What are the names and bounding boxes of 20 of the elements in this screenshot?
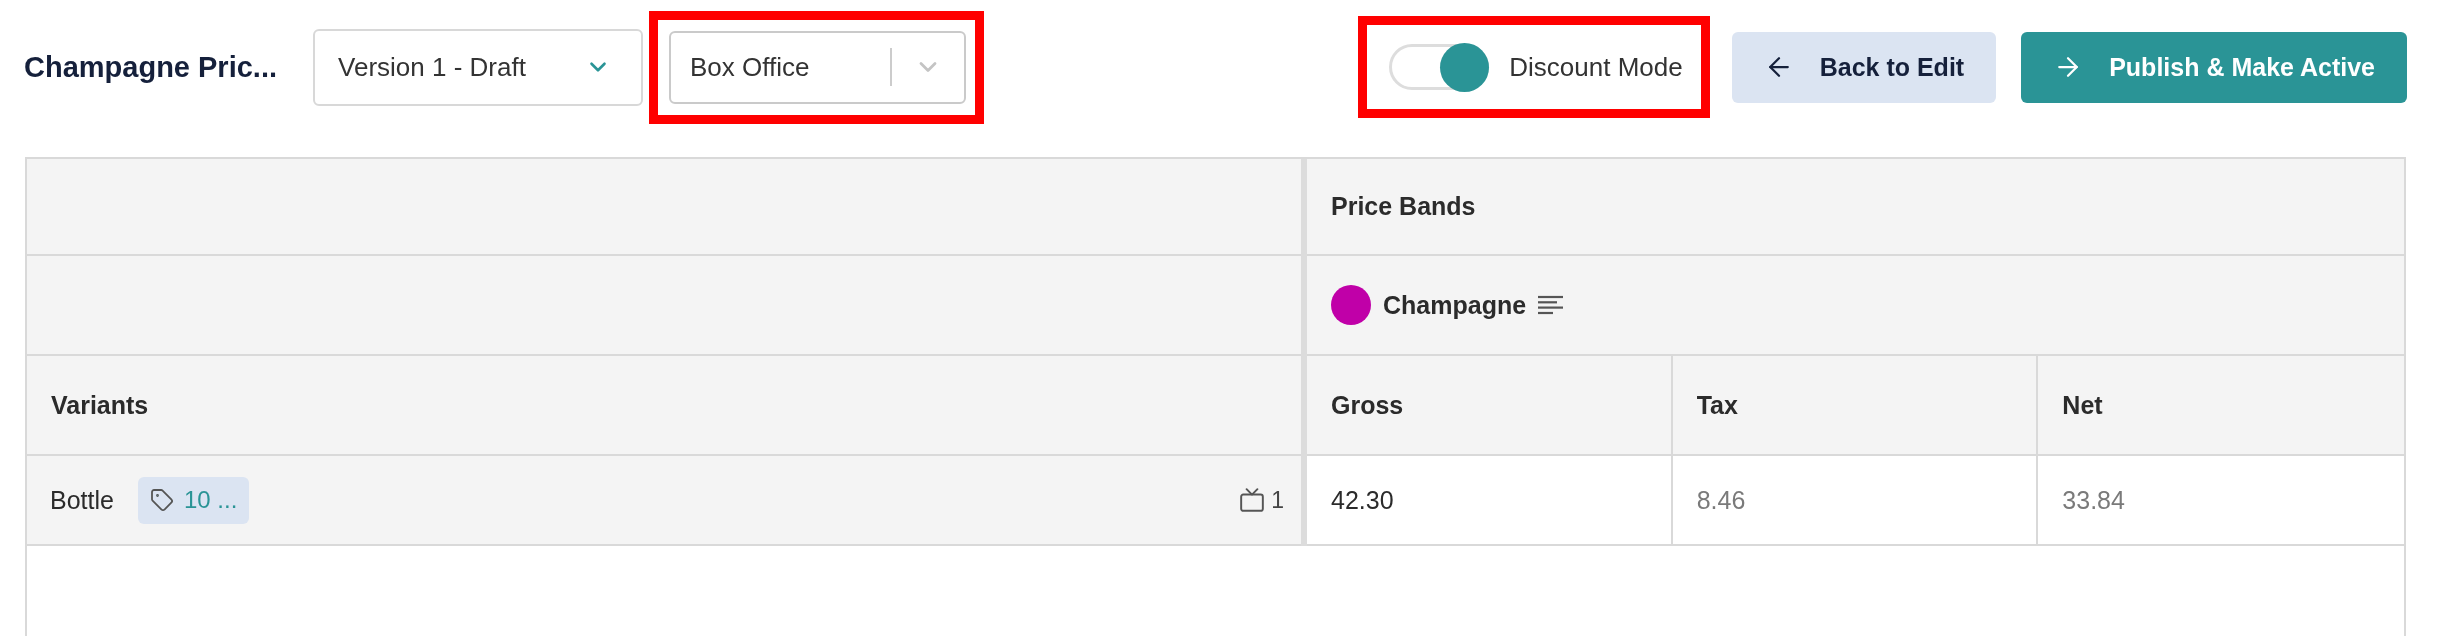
tv-icon <box>1239 487 1266 513</box>
channel-select[interactable]: Box Office <box>669 30 966 104</box>
column-header: Gross <box>1307 356 1673 456</box>
publish-button[interactable]: Publish & Make Active <box>2021 31 2407 103</box>
discount-mode-toggle[interactable] <box>1389 44 1490 90</box>
group-header: Price Bands <box>1307 159 2404 256</box>
column-header: Tax <box>1672 356 2039 456</box>
version-select[interactable]: Version 1 - Draft <box>313 28 643 106</box>
price-cell: 42.30 <box>1307 456 1673 546</box>
toggle-label: Discount Mode <box>1509 51 1683 83</box>
band-name: Champagne <box>1383 290 1527 320</box>
price-cell: 8.46 <box>1672 456 2039 546</box>
back-button[interactable]: Back to Edit <box>1731 31 1997 103</box>
variant-name: Bottle <box>50 485 114 515</box>
page-title: Champagne Pric... <box>24 50 277 84</box>
column-header: Variants <box>27 356 1301 456</box>
column-header: Net <box>2038 356 2404 456</box>
tag-icon <box>149 488 174 512</box>
channel-count: 1 <box>1271 486 1284 514</box>
lines-icon[interactable] <box>1538 295 1564 315</box>
